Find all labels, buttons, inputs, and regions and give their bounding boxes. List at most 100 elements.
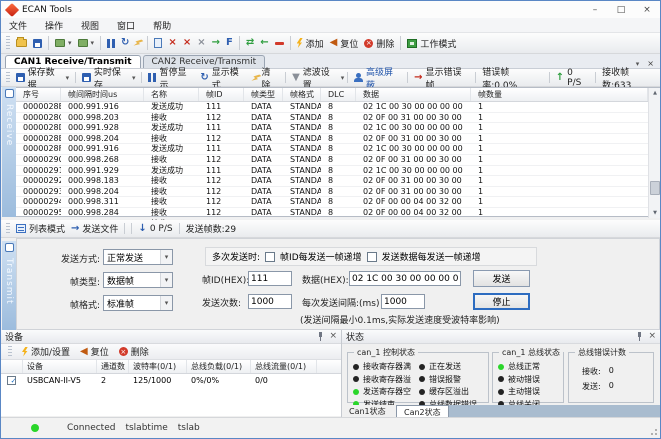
- delete-frame-button[interactable]: ×: [180, 37, 194, 49]
- menu-item[interactable]: 操作: [45, 19, 63, 32]
- close-panel-icon[interactable]: ×: [648, 332, 656, 341]
- stop-button[interactable]: 停止: [473, 293, 530, 310]
- interval-input[interactable]: [381, 294, 425, 309]
- lightning-icon: [22, 347, 28, 357]
- stop-bus-button[interactable]: [272, 41, 287, 46]
- loopback-button[interactable]: ⇄: [243, 37, 257, 49]
- scroll-down-icon[interactable]: ▼: [649, 208, 661, 218]
- device-open-button[interactable]: ▾: [52, 38, 75, 48]
- work-mode-button[interactable]: 工作模式: [404, 36, 459, 51]
- menu-item[interactable]: 帮助: [153, 19, 171, 32]
- menu-item[interactable]: 视图: [81, 19, 99, 32]
- table-row[interactable]: 00000295 000.998.284 接收 112 DATA STANDAR…: [16, 208, 648, 219]
- device-table-header: 设备通道数波特率(0/1)总线负载(0/1)总线流量(0/1): [1, 360, 341, 374]
- table-row[interactable]: 00000292 000.998.183 接收 112 DATA STANDAR…: [16, 176, 648, 187]
- maximize-button[interactable]: □: [608, 1, 634, 18]
- receive-side-tab[interactable]: Receive: [2, 87, 16, 217]
- column-header[interactable]: 帧间隔时间us: [61, 88, 144, 101]
- table-row[interactable]: 0000028C 000.998.203 接收 112 DATA STANDAR…: [16, 113, 648, 124]
- frame-format-select[interactable]: 标准帧▾: [103, 295, 173, 311]
- device-checkbox[interactable]: ✓: [7, 376, 16, 385]
- toolbar-grip[interactable]: [6, 72, 10, 84]
- device-add-settings-button[interactable]: 添加/设置: [19, 344, 73, 359]
- device-close-button[interactable]: ▾: [75, 38, 98, 48]
- copy-frame-button[interactable]: [151, 37, 165, 49]
- column-header[interactable]: 设备: [23, 360, 97, 373]
- send-button[interactable]: 发送: [473, 270, 530, 287]
- table-row[interactable]: 00000293 000.998.204 接收 112 DATA STANDAR…: [16, 187, 648, 198]
- frame-id-input[interactable]: [248, 271, 292, 286]
- column-header[interactable]: 数据: [356, 88, 471, 101]
- table-row[interactable]: 0000028E 000.998.204 接收 112 DATA STANDAR…: [16, 134, 648, 145]
- column-header[interactable]: 波特率(0/1): [129, 360, 187, 373]
- column-header[interactable]: 总线负载(0/1): [187, 360, 251, 373]
- column-header[interactable]: 帧格式: [283, 88, 321, 101]
- add-device-button[interactable]: 添加: [294, 36, 327, 51]
- device-reset-button[interactable]: ◀复位: [77, 344, 112, 359]
- column-header[interactable]: 帧数量: [471, 88, 648, 101]
- column-header[interactable]: 名称: [144, 88, 199, 101]
- frame-type-label: 帧类型:: [37, 275, 100, 288]
- cell-dlc: 8: [321, 166, 356, 176]
- table-row[interactable]: 00000290 000.998.268 接收 112 DATA STANDAR…: [16, 155, 648, 166]
- edit-frame-button[interactable]: ×: [165, 37, 179, 49]
- table-row[interactable]: 0000028D 000.991.928 发送成功 111 DATA STAND…: [16, 123, 648, 134]
- column-header[interactable]: DLC: [321, 88, 356, 101]
- delete-device-button[interactable]: ×删除: [361, 36, 397, 51]
- close-button[interactable]: ×: [634, 1, 660, 18]
- back-button[interactable]: ←: [257, 37, 271, 49]
- paste-button[interactable]: →: [209, 37, 223, 49]
- close-panel-icon[interactable]: ×: [329, 332, 337, 341]
- column-header[interactable]: 总线流量(0/1): [251, 360, 317, 373]
- cell-interval: 000.998.203: [61, 113, 144, 123]
- main-toolbar: ▾ ▾ ↻ × × × → F ⇄ ← 添加 ◀复位 ×删除 工作模式: [1, 33, 660, 54]
- column-header[interactable]: 通道数: [97, 360, 129, 373]
- clear-button[interactable]: [132, 37, 144, 49]
- send-mode-label: 发送方式:: [37, 252, 100, 265]
- toolbar-overflow-caret-icon[interactable]: ▾: [341, 74, 345, 82]
- open-file-button[interactable]: [13, 38, 30, 48]
- device-delete-button[interactable]: ×删除: [116, 344, 152, 359]
- pin-icon[interactable]: [636, 332, 643, 341]
- send-mode-select[interactable]: 正常发送▾: [103, 249, 173, 265]
- data-hex-input[interactable]: [349, 271, 461, 286]
- device-row[interactable]: ✓ USBCAN-II-V5 2 125/1000 0%/0% 0/0: [1, 374, 341, 388]
- column-header[interactable]: 序号: [16, 88, 61, 101]
- table-row[interactable]: 0000028F 000.991.916 发送成功 111 DATA STAND…: [16, 144, 648, 155]
- resize-grip[interactable]: [651, 429, 657, 435]
- list-mode-button[interactable]: 列表模式: [13, 221, 68, 236]
- cut-button[interactable]: ×: [194, 37, 208, 49]
- menu-item[interactable]: 文件: [9, 19, 27, 32]
- toolbar-grip[interactable]: [8, 346, 12, 357]
- table-row[interactable]: 00000294 000.998.311 接收 112 DATA STANDAR…: [16, 197, 648, 208]
- send-file-button[interactable]: →发送文件: [68, 221, 121, 236]
- function-button[interactable]: F: [223, 37, 236, 49]
- frame-type-select[interactable]: 数据帧▾: [103, 272, 173, 288]
- save-file-button[interactable]: [30, 38, 45, 49]
- increment-id-label: 帧ID每发送一帧递增: [280, 250, 362, 263]
- send-count-input[interactable]: [248, 294, 292, 309]
- toolbar-grip[interactable]: [6, 223, 10, 235]
- refresh-button[interactable]: ↻: [118, 37, 132, 49]
- table-row[interactable]: 00000291 000.991.929 发送成功 111 DATA STAND…: [16, 166, 648, 177]
- table-row[interactable]: 0000028B 000.991.916 发送成功 111 DATA STAND…: [16, 102, 648, 113]
- frame-id-label: 帧ID(HEX):: [202, 273, 249, 286]
- receive-toolbar: 保存数据▾ 实时保存▾ 暂停显示 ↻显示模式 清除 ▼滤波设置 ▾ 高级屏蔽 →…: [1, 69, 660, 87]
- transmit-panel: 发送方式: 正常发送▾ 帧类型: 数据帧▾ 帧格式: 标准帧▾ 多次发送时: 帧…: [16, 238, 660, 330]
- column-header[interactable]: 帧类型: [244, 88, 283, 101]
- menu-item[interactable]: 窗口: [117, 19, 135, 32]
- cell-data: 02 0F 00 00 04 00 32 00: [356, 208, 471, 218]
- increment-id-checkbox[interactable]: [265, 252, 275, 262]
- scroll-up-icon[interactable]: ▲: [649, 88, 661, 98]
- pause-button[interactable]: [104, 38, 118, 49]
- transmit-side-tab[interactable]: Transmit: [2, 241, 16, 330]
- vertical-scrollbar[interactable]: ▲ ▼: [648, 88, 660, 218]
- minimize-button[interactable]: –: [582, 1, 608, 18]
- app-icon: [5, 2, 19, 16]
- toolbar-grip[interactable]: [6, 36, 10, 50]
- increment-data-checkbox[interactable]: [367, 252, 377, 262]
- scrollbar-thumb[interactable]: [650, 181, 660, 195]
- pin-icon[interactable]: [317, 332, 324, 341]
- column-header[interactable]: 帧ID: [199, 88, 244, 101]
- reset-device-button[interactable]: ◀复位: [327, 36, 362, 51]
